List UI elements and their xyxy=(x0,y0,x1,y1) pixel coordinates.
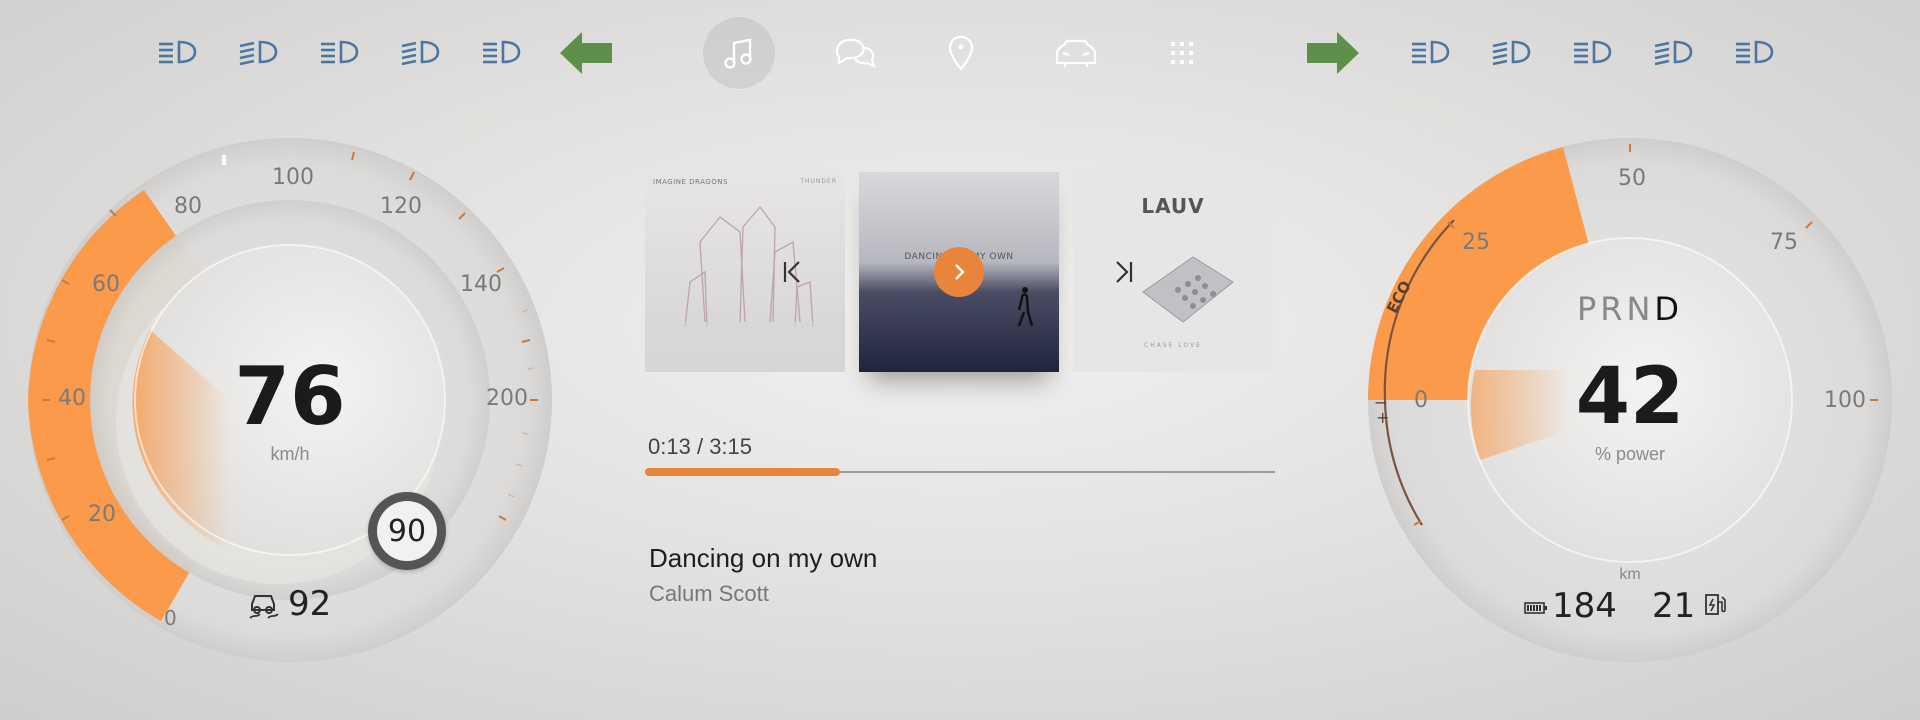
play-icon xyxy=(955,264,965,280)
progress-fill xyxy=(645,468,841,476)
turn-right-icon xyxy=(1305,30,1361,80)
speed-tick-label: 40 xyxy=(58,386,86,411)
track-time: 0:13 / 3:15 xyxy=(648,434,752,460)
headlight-icon xyxy=(232,34,284,70)
charge-value: 21 xyxy=(1652,586,1696,626)
elapsed-time: 0:13 xyxy=(648,434,691,459)
nav-car-button[interactable] xyxy=(1039,16,1113,90)
gear-n: N xyxy=(1626,290,1655,328)
speed-value: 76 xyxy=(234,350,346,443)
previous-track-button[interactable] xyxy=(781,260,803,288)
chat-icon xyxy=(835,38,876,68)
next-icon xyxy=(1116,261,1133,283)
speed-tick-label: 60 xyxy=(92,272,120,297)
progress-track[interactable] xyxy=(645,468,1275,476)
location-icon xyxy=(948,35,974,71)
gear-r: R xyxy=(1600,290,1627,328)
previous-icon xyxy=(783,261,800,283)
album-dancing-on-my-own[interactable]: DANCING ON MY OWN xyxy=(859,172,1059,372)
speedometer: 0 20 40 60 80 100 120 140 200 76 km/h 90… xyxy=(0,130,580,690)
speed-tick-label: 200 xyxy=(486,386,528,411)
speed-unit: km/h xyxy=(270,444,310,464)
album-title: CHASE LOVE xyxy=(1144,342,1202,349)
headlight-icon xyxy=(151,34,203,70)
traction-icon xyxy=(246,588,282,624)
track-title: Dancing on my own xyxy=(649,543,878,573)
headlight-icon xyxy=(475,34,527,70)
turn-left-icon xyxy=(558,30,614,80)
speed-tick-label: 100 xyxy=(272,165,314,190)
headlight-icon xyxy=(1566,34,1618,70)
apps-icon xyxy=(1171,42,1193,64)
album-thunder[interactable]: IMAGINE DRAGONS THUNDER xyxy=(645,172,845,372)
headlight-icon xyxy=(313,34,365,70)
speed-tick-label: 20 xyxy=(88,502,116,527)
nav-chat-button[interactable] xyxy=(818,16,892,90)
range-unit: km xyxy=(1619,566,1641,583)
music-icon xyxy=(724,38,752,69)
next-track-button[interactable] xyxy=(1113,260,1135,288)
car-icon xyxy=(1055,39,1097,67)
headlight-icon xyxy=(394,34,446,70)
headlight-icon xyxy=(1647,34,1699,70)
time-separator: / xyxy=(696,434,710,459)
range-value: 92 xyxy=(288,584,332,624)
headlight-icon xyxy=(1404,34,1456,70)
nav-music-button[interactable] xyxy=(702,16,776,90)
speed-limit-sign: 90 xyxy=(368,492,446,570)
ev-charging-icon xyxy=(1703,592,1729,622)
speed-limit-value: 90 xyxy=(377,501,437,561)
power-tick-label: 50 xyxy=(1618,166,1646,191)
headlight-icon xyxy=(1728,34,1780,70)
track-artist: Calum Scott xyxy=(649,581,769,606)
power-tick-label: 0 xyxy=(1414,388,1428,413)
gear-selector: PRND xyxy=(1530,290,1730,328)
power-tick-label: 75 xyxy=(1770,230,1798,255)
speed-tick-label: 140 xyxy=(460,272,502,297)
speed-tick-label: 0 xyxy=(164,606,177,630)
gear-p: P xyxy=(1576,290,1601,328)
power-gauge: + − 0 25 50 75 100 ECO PRND 42 % power k… xyxy=(1340,130,1920,690)
nav-apps-button[interactable] xyxy=(1145,16,1219,90)
battery-range-value: 184 xyxy=(1552,586,1617,626)
speed-tick-label: 80 xyxy=(174,194,202,219)
svg-text:−: − xyxy=(1374,393,1387,412)
power-unit: % power xyxy=(1594,444,1666,464)
power-tick-label: 25 xyxy=(1462,230,1490,255)
battery-icon xyxy=(1524,600,1548,619)
power-value: 42 xyxy=(1575,352,1685,442)
nav-location-button[interactable] xyxy=(924,16,998,90)
speed-tick-label: 120 xyxy=(380,194,422,219)
gear-d: D xyxy=(1654,290,1684,328)
play-button[interactable] xyxy=(934,247,984,297)
duration-time: 3:15 xyxy=(709,434,753,459)
headlight-icon xyxy=(1485,34,1537,70)
power-tick-label: 100 xyxy=(1824,388,1866,413)
album-lauv[interactable]: LAUV CHASE LOVE xyxy=(1073,172,1273,372)
